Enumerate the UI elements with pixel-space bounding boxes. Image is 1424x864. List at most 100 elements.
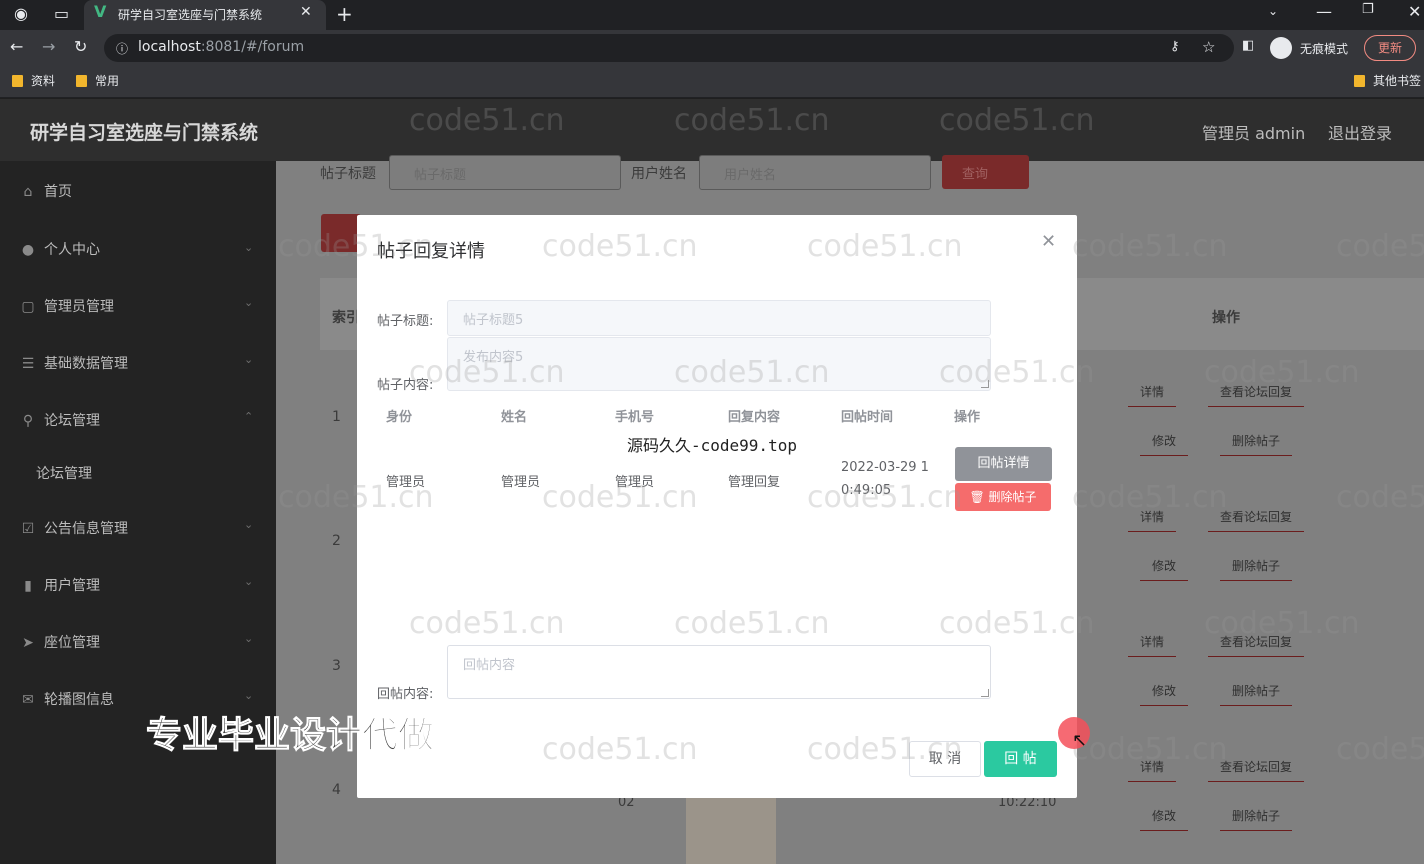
search-user-input[interactable]: 用户姓名 bbox=[699, 155, 931, 190]
user-icon: ● bbox=[21, 242, 35, 258]
post-title-label: 帖子标题: bbox=[377, 314, 434, 329]
col-name: 姓名 bbox=[501, 410, 528, 425]
cell-phone: 管理员 bbox=[615, 475, 655, 490]
side-panel-icon[interactable]: ◧ bbox=[1242, 38, 1254, 53]
add-button[interactable] bbox=[321, 214, 361, 252]
url-path: :8081/#/forum bbox=[200, 39, 305, 55]
resize-handle-icon[interactable] bbox=[981, 380, 989, 388]
row-view-replies-button[interactable]: 查看论坛回复 bbox=[1208, 508, 1305, 532]
tab-close-icon[interactable]: ✕ bbox=[300, 4, 312, 20]
row-index: 3 bbox=[332, 658, 341, 674]
sidebar-item-forum[interactable]: ⚲ 论坛管理 bbox=[20, 410, 100, 430]
sidebar-item-base-data[interactable]: ☰ 基础数据管理 bbox=[20, 353, 128, 373]
col-phone: 手机号 bbox=[615, 410, 655, 425]
url-host: localhost bbox=[138, 39, 201, 55]
cancel-button[interactable]: 取 消 bbox=[909, 741, 981, 777]
promo-overlay-text: 专业毕业设计代做 bbox=[145, 715, 435, 757]
cell-name: 管理员 bbox=[501, 475, 541, 490]
row-delete-button[interactable]: 删除帖子 bbox=[1220, 807, 1293, 831]
logout-link[interactable]: 退出登录 bbox=[1328, 120, 1392, 144]
chevron-up-icon: ⌃ bbox=[244, 410, 254, 423]
bookmark-folder-changyong[interactable]: 常用 bbox=[76, 72, 119, 89]
row-view-replies-button[interactable]: 查看论坛回复 bbox=[1208, 758, 1305, 782]
row-edit-button[interactable]: 修改 bbox=[1140, 807, 1189, 831]
sidebar-item-seats[interactable]: ➤ 座位管理 bbox=[20, 632, 100, 652]
chevron-down-icon: ⌄ bbox=[244, 575, 254, 588]
row-edit-button[interactable]: 修改 bbox=[1140, 432, 1189, 456]
bookmarks-bar bbox=[0, 66, 1424, 98]
browser-tab[interactable]: V 研学自习室选座与门禁系统 ✕ bbox=[84, 0, 326, 30]
location-icon: ⚲ bbox=[22, 413, 34, 429]
row-delete-button[interactable]: 删除帖子 bbox=[1220, 432, 1293, 456]
sidebar-item-home[interactable]: ⌂ 首页 bbox=[20, 181, 72, 201]
sidebar-item-notice[interactable]: ☑ 公告信息管理 bbox=[20, 518, 128, 538]
folder-icon bbox=[1354, 75, 1365, 87]
tab-search-icon[interactable]: ⌄ bbox=[1268, 4, 1278, 18]
site-info-icon[interactable]: ⓘ bbox=[116, 40, 128, 57]
row-delete-button[interactable]: 删除帖子 bbox=[1220, 557, 1293, 581]
incognito-icon bbox=[1270, 37, 1292, 59]
bookmark-folder-other[interactable]: 其他书签 bbox=[1354, 72, 1421, 89]
search-button[interactable]: 查询 bbox=[942, 155, 1029, 189]
row-view-replies-button[interactable]: 查看论坛回复 bbox=[1208, 633, 1305, 657]
reply-submit-button[interactable]: 回 帖 bbox=[984, 741, 1057, 777]
bookmark-folder-ziliao[interactable]: 资料 bbox=[12, 72, 55, 89]
new-tab-icon[interactable]: + bbox=[336, 2, 353, 26]
search-title-input[interactable]: 帖子标题 bbox=[389, 155, 621, 190]
chevron-down-icon: ⌄ bbox=[244, 518, 254, 531]
search-user-label: 用户姓名 bbox=[631, 166, 687, 182]
row-detail-button[interactable]: 详情 bbox=[1128, 508, 1177, 532]
chevron-down-icon: ⌄ bbox=[244, 632, 254, 645]
key-icon[interactable]: ⚷ bbox=[1170, 39, 1180, 54]
tab-list-icon[interactable]: ▭ bbox=[54, 4, 69, 23]
tab-title: 研学自习室选座与门禁系统 bbox=[118, 8, 263, 22]
address-bar[interactable]: ⓘ localhost:8081/#/forum ⚷ ☆ bbox=[104, 34, 1234, 62]
admin-icon: ▢ bbox=[21, 299, 35, 315]
search-title-label: 帖子标题 bbox=[320, 166, 376, 182]
row-edit-button[interactable]: 修改 bbox=[1140, 557, 1189, 581]
chevron-down-icon: ⌄ bbox=[244, 353, 254, 366]
cell-identity: 管理员 bbox=[386, 475, 426, 490]
sidebar-item-carousel[interactable]: ✉ 轮播图信息 bbox=[20, 689, 114, 709]
forward-icon[interactable]: → bbox=[42, 37, 55, 56]
bookmark-star-icon[interactable]: ☆ bbox=[1202, 38, 1215, 56]
row-thumbnail bbox=[686, 798, 776, 864]
sidebar-item-users[interactable]: ▮ 用户管理 bbox=[20, 575, 100, 595]
trash-icon: 🗑 bbox=[969, 490, 989, 504]
cell-reply-content: 管理回复 bbox=[728, 475, 781, 490]
sidebar-item-profile[interactable]: ● 个人中心 bbox=[20, 239, 100, 259]
source-watermark: 源码久久-code99.top bbox=[627, 436, 797, 455]
current-user: 管理员 admin bbox=[1202, 124, 1306, 143]
reply-delete-button[interactable]: 🗑 删除帖子 bbox=[955, 483, 1051, 511]
reply-content-input[interactable]: 回帖内容 bbox=[447, 645, 991, 699]
back-icon[interactable]: ← bbox=[10, 37, 23, 56]
close-icon[interactable]: ✕ bbox=[1041, 231, 1056, 252]
folder-icon bbox=[76, 75, 87, 87]
window-close-icon[interactable]: ✕ bbox=[1408, 2, 1421, 21]
sidebar-item-admin[interactable]: ▢ 管理员管理 bbox=[20, 296, 114, 316]
row-detail-button[interactable]: 详情 bbox=[1128, 383, 1177, 407]
row-delete-button[interactable]: 删除帖子 bbox=[1220, 682, 1293, 706]
notice-icon: ☑ bbox=[21, 521, 35, 537]
row-detail-button[interactable]: 详情 bbox=[1128, 633, 1177, 657]
app-title: 研学自习室选座与门禁系统 bbox=[30, 122, 259, 144]
folder-icon bbox=[12, 75, 23, 87]
row-edit-button[interactable]: 修改 bbox=[1140, 682, 1189, 706]
reply-detail-button[interactable]: 回帖详情 bbox=[955, 447, 1052, 481]
home-icon: ⌂ bbox=[23, 184, 33, 200]
minimize-icon[interactable]: — bbox=[1316, 2, 1332, 21]
list-icon: ☰ bbox=[21, 356, 35, 372]
col-identity: 身份 bbox=[386, 410, 413, 425]
row-detail-button[interactable]: 详情 bbox=[1128, 758, 1177, 782]
reload-icon[interactable]: ↻ bbox=[74, 37, 87, 56]
reply-detail-dialog: 帖子回复详情 ✕ 帖子标题: 帖子标题5 帖子内容: 发布内容5 身份 姓名 手… bbox=[357, 215, 1077, 798]
reply-content-label: 回帖内容: bbox=[377, 687, 434, 702]
restore-icon[interactable]: ❐ bbox=[1362, 2, 1374, 17]
row-index: 1 bbox=[332, 409, 341, 425]
update-button[interactable]: 更新 bbox=[1364, 35, 1416, 61]
row-view-replies-button[interactable]: 查看论坛回复 bbox=[1208, 383, 1305, 407]
resize-handle-icon[interactable] bbox=[981, 689, 989, 697]
chevron-down-icon: ⌄ bbox=[244, 296, 254, 309]
post-content-field: 发布内容5 bbox=[447, 337, 991, 391]
sidebar-subitem-forum[interactable]: 论坛管理 bbox=[36, 463, 92, 483]
